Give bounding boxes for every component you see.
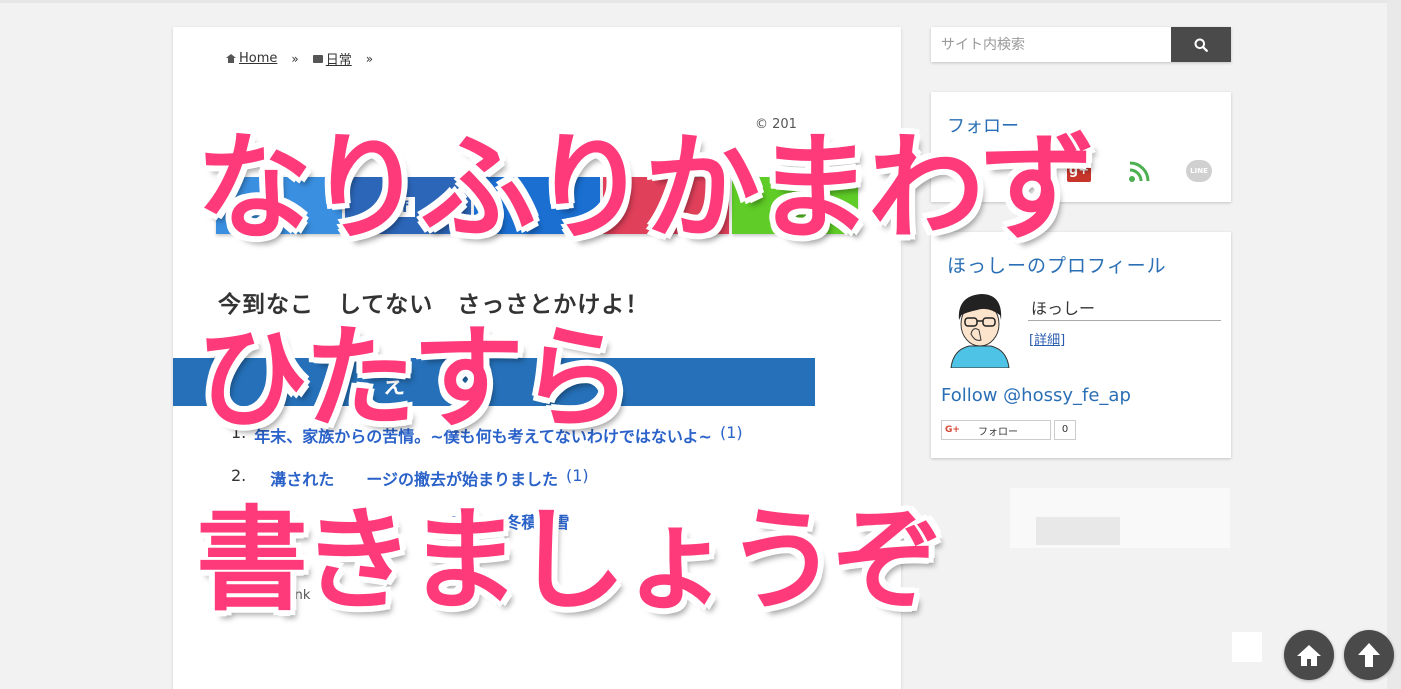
breadcrumb: Home » 日常 » [226,49,373,68]
list-item-count: (1) [719,423,743,442]
profile-detail-link[interactable]: [詳細] [1029,329,1065,348]
line-icon[interactable]: LINE [1186,160,1212,182]
googleplus-follow-button[interactable]: G+ フォロー [941,420,1051,440]
breadcrumb-category[interactable]: 日常 [312,49,352,68]
overlay-line-2: ひたすら [196,314,632,444]
profile-name: ほっしー [1028,295,1221,321]
googleplus-follow-count: 0 [1054,420,1076,440]
search-button[interactable] [1171,27,1231,62]
scrollbar-track[interactable] [1387,0,1401,689]
home-button[interactable] [1284,630,1334,680]
twitter-follow-link[interactable]: Follow @hossy_fe_ap [941,385,1131,406]
googleplus-follow-label: フォロー [977,426,1018,438]
rss-icon[interactable] [1128,161,1150,183]
breadcrumb-category-label: 日常 [325,53,352,68]
faded-block [1036,517,1120,545]
overlay-line-1: なりふりかまわず [196,121,1096,256]
googleplus-icon: G+ [945,425,960,435]
breadcrumb-home[interactable]: Home [226,51,277,66]
arrow-up-icon [1358,643,1380,667]
avatar [941,290,1019,369]
faded-block [1232,632,1262,662]
search-form [931,27,1231,62]
breadcrumb-separator: » [291,51,299,66]
breadcrumb-home-label: Home [239,51,278,66]
folder-icon [312,54,323,63]
home-icon [1297,645,1321,666]
scroll-top-button[interactable] [1344,630,1394,680]
breadcrumb-separator: » [365,51,374,66]
profile-widget: ほっしーのプロフィール ほっしー [詳細] Follow @hossy_fe_a… [931,232,1231,458]
top-border [0,0,1401,3]
overlay-line-3: 書きましょうぞ [196,496,944,626]
home-icon [226,54,236,63]
search-icon [1194,38,1208,52]
googleplus-follow: G+ フォロー 0 [941,420,1076,440]
search-input[interactable] [931,27,1171,62]
